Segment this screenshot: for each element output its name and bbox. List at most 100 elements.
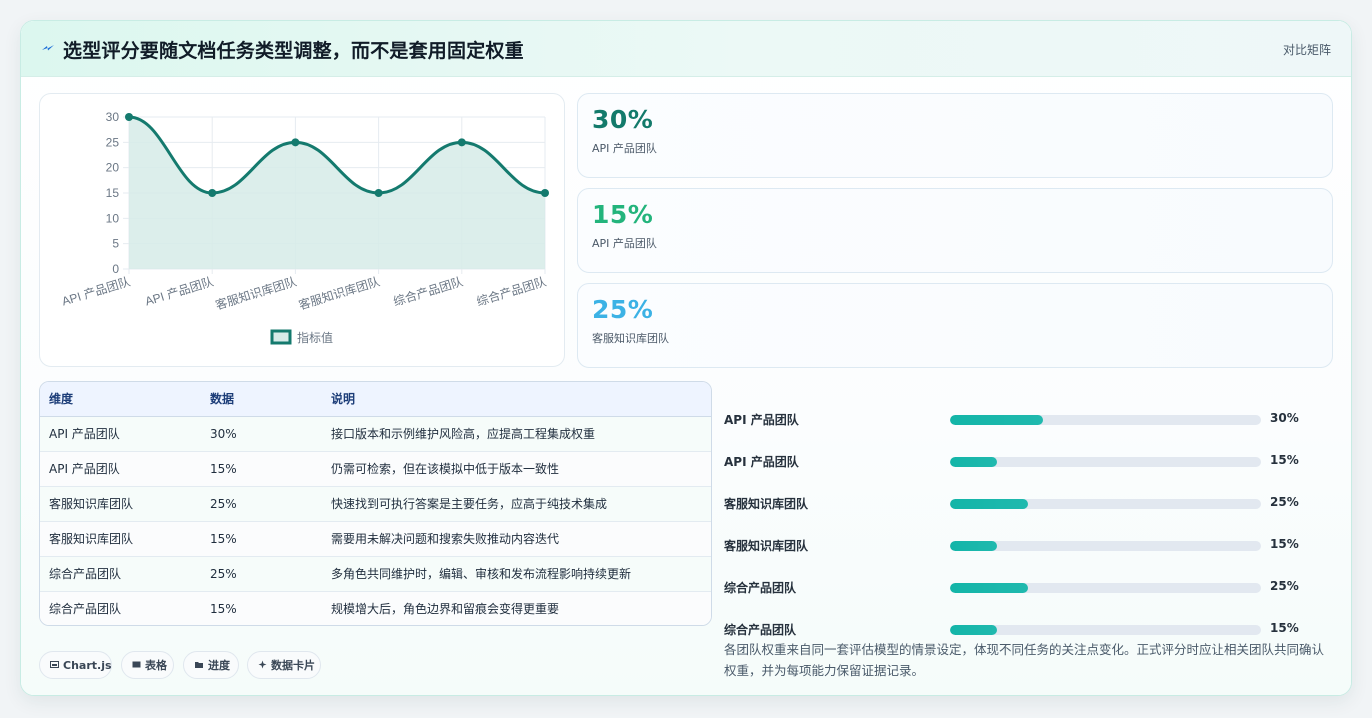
table-cell: 综合产品团队 [40, 556, 210, 592]
table-cell: 需要用未解决问题和搜索失败推动内容迭代 [331, 521, 711, 557]
y-tick-label: 10 [106, 211, 120, 225]
progress-track [950, 415, 1261, 425]
progress-fill [950, 625, 997, 635]
y-tick-label: 0 [112, 262, 119, 276]
progress-label: 综合产品团队 [724, 581, 797, 595]
compare-matrix-link[interactable]: 对比矩阵 [1283, 41, 1331, 58]
table-cell: API 产品团队 [40, 416, 210, 452]
x-tick-label: API 产品团队 [60, 274, 132, 309]
column-header: 数据 [210, 382, 331, 417]
table-cell: 仍需可检索，但在该模拟中低于版本一致性 [331, 451, 711, 487]
column-header: 维度 [40, 382, 210, 417]
table-header-row: 维度 数据 说明 [40, 382, 711, 417]
footnote: 各团队权重来自同一套评估模型的情景设定，体现不同任务的关注点变化。正式评分时应让… [724, 642, 1325, 678]
x-tick-label: 综合产品团队 [391, 274, 464, 309]
table-cell: 15% [210, 601, 237, 616]
progress-label: API 产品团队 [724, 413, 799, 427]
stat-card: 25% 客服知识库团队 [577, 283, 1333, 368]
progress-row: 客服知识库团队 25% [724, 493, 1334, 513]
table-row: 综合产品团队 25% 多角色共同维护时，编辑、审核和发布流程影响持续更新 [40, 556, 711, 592]
progress-track [950, 499, 1261, 509]
legend-swatch [270, 329, 292, 345]
tag-data-card[interactable]: 数据卡片 [247, 651, 321, 679]
tag-progress[interactable]: 进度 [183, 651, 239, 679]
header: 选型评分要随文档任务类型调整，而不是套用固定权重 对比矩阵 [21, 21, 1351, 77]
progress-value: 30% [1270, 411, 1299, 425]
table-cell: 25% [210, 556, 331, 592]
table-cell: 综合产品团队 [49, 602, 122, 617]
progress-track [950, 541, 1261, 551]
stat-value: 15% [592, 200, 654, 229]
y-tick-label: 20 [106, 161, 120, 175]
table-cell: 客服知识库团队 [40, 486, 210, 522]
table-icon [132, 659, 141, 672]
line-chart: 051015202530API 产品团队 API 产品团队客服知识库团队客服知识库… [60, 110, 549, 345]
stat-label: API 产品团队 [592, 142, 657, 155]
data-point [291, 138, 300, 147]
table-cell: 15% [210, 521, 331, 557]
progress-label: 客服知识库团队 [724, 539, 809, 553]
y-tick-label: 5 [112, 237, 119, 251]
progress-row: 综合产品团队 25% [724, 577, 1334, 597]
x-tick-label: 客服知识库团队 [214, 274, 299, 313]
lightning-icon [42, 45, 54, 51]
stat-value: 25% [592, 295, 654, 324]
stat-card: 15% API 产品团队 [577, 188, 1333, 273]
table-cell: 快速找到可执行答案是主要任务，应高于纯技术集成 [331, 486, 711, 522]
table-cell: 30% [210, 416, 331, 452]
progress-fill [950, 583, 1028, 593]
progress-icon [194, 659, 204, 672]
progress-value: 15% [1270, 621, 1299, 635]
series-area [129, 117, 545, 269]
tag-table[interactable]: 表格 [121, 651, 174, 679]
table-row: 综合产品团队 15% 规模增大后，角色边界和留痕会变得更重要 [40, 591, 711, 625]
table-cell: 25% [210, 486, 331, 522]
x-tick-label: 客服知识库团队 [297, 274, 382, 313]
progress-fill [950, 415, 1044, 425]
chart-icon [50, 659, 59, 672]
progress-fill [950, 457, 997, 467]
column-header: 说明 [331, 382, 711, 417]
data-point [374, 189, 383, 197]
progress-fill [950, 541, 997, 551]
progress-row: 客服知识库团队 15% [724, 535, 1334, 555]
table-cell: 客服知识库团队 [40, 521, 210, 557]
x-tick-label: API 产品团队 [143, 274, 215, 309]
progress-value: 25% [1270, 495, 1299, 509]
data-point [208, 189, 217, 197]
table-cell: 15% [210, 451, 331, 487]
progress-value: 15% [1270, 453, 1299, 467]
progress-value: 15% [1270, 537, 1299, 551]
progress-row: API 产品团队 30% [724, 409, 1334, 429]
stat-label: 客服知识库团队 [592, 332, 669, 345]
y-tick-label: 15 [106, 186, 120, 200]
y-tick-label: 30 [106, 110, 120, 124]
progress-list: API 产品团队 30% API 产品团队 15% 客服知识库团队 25% 客服… [724, 381, 1334, 637]
progress-track [950, 625, 1261, 635]
tag-label: 数据卡片 [271, 659, 315, 672]
tag-label: 表格 [145, 659, 167, 672]
data-point [457, 138, 466, 147]
card-icon [258, 659, 267, 672]
table-cell: 多角色共同维护时，编辑、审核和发布流程影响持续更新 [331, 556, 711, 592]
stat-card: 30% API 产品团队 [577, 93, 1333, 178]
chart-panel: 0 5 10 15 20 25 30 API 产品团队 API 产品团队 客服知识库团队 客服知识库… [39, 93, 565, 367]
progress-row: API 产品团队 15% [724, 451, 1334, 471]
legend-label: 指标值 [297, 330, 333, 345]
table-row: 客服知识库团队 15% 需要用未解决问题和搜索失败推动内容迭代 [40, 521, 711, 557]
progress-track [950, 583, 1261, 593]
tag-label: Chart.js [63, 658, 112, 672]
progress-track [950, 457, 1261, 467]
data-table: 维度 数据 说明 API 产品团队 30% 接口版本和示例维护风险高，应提高工程… [39, 381, 712, 626]
table-cell: 接口版本和示例维护风险高，应提高工程集成权重 [331, 416, 711, 452]
main-card: 选型评分要随文档任务类型调整，而不是套用固定权重 对比矩阵 0 5 10 15 20 25… [20, 20, 1352, 696]
table-row: 客服知识库团队 25% 快速找到可执行答案是主要任务，应高于纯技术集成 [40, 486, 711, 522]
tag-label: 进度 [208, 659, 230, 672]
page-title: 选型评分要随文档任务类型调整，而不是套用固定权重 [63, 40, 524, 62]
stat-label: API 产品团队 [592, 237, 657, 250]
progress-label: 综合产品团队 [724, 623, 797, 637]
progress-fill [950, 499, 1028, 509]
progress-label: 客服知识库团队 [724, 497, 809, 511]
tag-chartjs[interactable]: Chart.js [39, 651, 112, 679]
progress-label: API 产品团队 [724, 455, 799, 469]
